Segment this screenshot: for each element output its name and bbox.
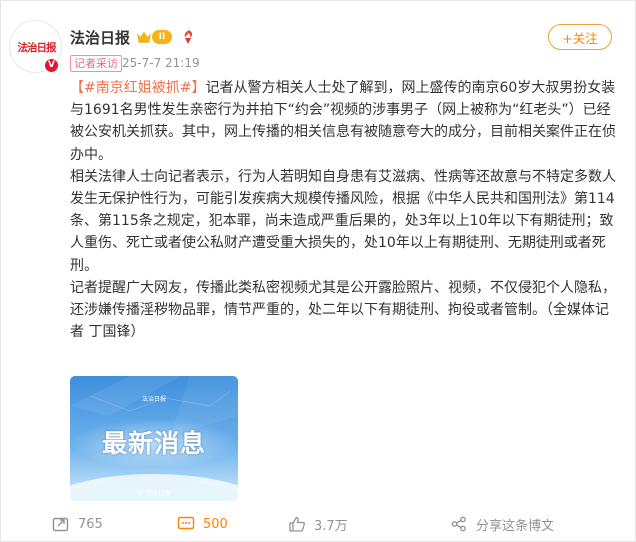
verified-icon: V	[43, 57, 60, 74]
share-label: 分享这条博文	[476, 518, 555, 534]
comment-count: 500	[203, 516, 228, 532]
comment-icon	[177, 516, 195, 530]
weibo-post-card: 法治日报 V 法治日报 II 记者采访 25-7-7 21:19 +关注 【#南…	[0, 0, 636, 542]
crown-icon	[137, 31, 151, 43]
source-tag: 记者采访	[70, 55, 122, 72]
repost-button[interactable]: 765	[52, 515, 103, 533]
follow-button[interactable]: +关注	[548, 24, 612, 50]
like-button[interactable]: 3.7万	[288, 515, 348, 534]
username[interactable]: 法治日报	[70, 27, 130, 48]
paragraph-2: 相关法律人士向记者表示，行为人若明知自身患有艾滋病、性病等还故意与不特定多数人发…	[70, 168, 616, 274]
post-body: 【#南京红姐被抓#】记者从警方相关人士处了解到，网上盛传的南京60岁大叔男扮女装…	[70, 77, 618, 343]
comment-button[interactable]: 500	[177, 515, 228, 533]
avatar-logo-text: 法治日报	[17, 42, 57, 54]
post-time[interactable]: 25-7-7 21:19	[122, 55, 200, 72]
share-button[interactable]: 分享这条博文	[450, 515, 555, 534]
thumbs-up-icon	[289, 516, 305, 532]
news-image[interactable]: 法治日报 最新消息 ◎ 法治日报	[70, 376, 238, 501]
torch-icon	[184, 30, 193, 44]
news-image-watermark: ◎ 法治日报	[137, 489, 171, 497]
news-image-logo: 法治日报	[141, 396, 166, 403]
share-icon	[451, 516, 466, 532]
paragraph-3: 记者提醒广大网友，传播此类私密视频尤其是公开露脸照片、视频，不仅侵犯个人隐私，还…	[70, 279, 616, 341]
hashtag-link[interactable]: 【#南京红姐被抓#】	[70, 80, 205, 96]
repost-icon	[52, 517, 69, 532]
repost-count: 765	[78, 516, 103, 532]
news-image-headline: 最新消息	[101, 429, 206, 458]
paragraph-1: 【#南京红姐被抓#】记者从警方相关人士处了解到，网上盛传的南京60岁大叔男扮女装…	[70, 77, 618, 166]
level-badge: II	[152, 30, 172, 44]
action-bar: 765 500 3.7万 分享这条博文	[1, 507, 636, 539]
like-count: 3.7万	[314, 518, 348, 534]
